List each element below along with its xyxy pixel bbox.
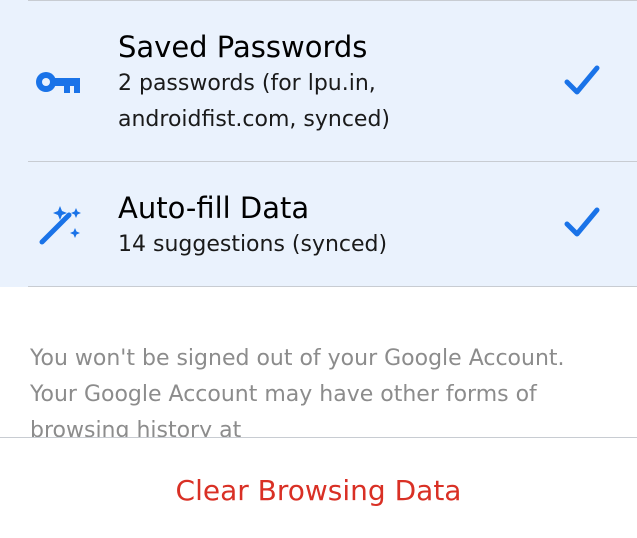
autofill-data-title: Auto-fill Data xyxy=(118,191,310,225)
key-icon xyxy=(34,68,84,102)
clear-browsing-data-button[interactable]: Clear Browsing Data xyxy=(0,474,637,507)
autofill-data-subtitle: 14 suggestions (synced) xyxy=(118,232,388,257)
bottom-divider xyxy=(28,286,637,287)
clear-data-options-list: Saved Passwords 2 passwords (for lpu.in,… xyxy=(0,0,637,287)
saved-passwords-row[interactable]: Saved Passwords 2 passwords (for lpu.in,… xyxy=(0,0,637,161)
saved-passwords-subtitle: 2 passwords (for lpu.in, androidfist.com… xyxy=(118,71,391,132)
magic-wand-icon xyxy=(36,204,84,252)
autofill-data-row[interactable]: Auto-fill Data 14 suggestions (synced) xyxy=(0,162,637,286)
footer-bar: Clear Browsing Data xyxy=(0,437,637,538)
saved-passwords-checkmark-icon xyxy=(564,65,600,101)
autofill-data-checkmark-icon xyxy=(564,207,600,243)
sign-out-notice: You won't be signed out of your Google A… xyxy=(30,346,565,441)
saved-passwords-title: Saved Passwords xyxy=(118,30,368,64)
